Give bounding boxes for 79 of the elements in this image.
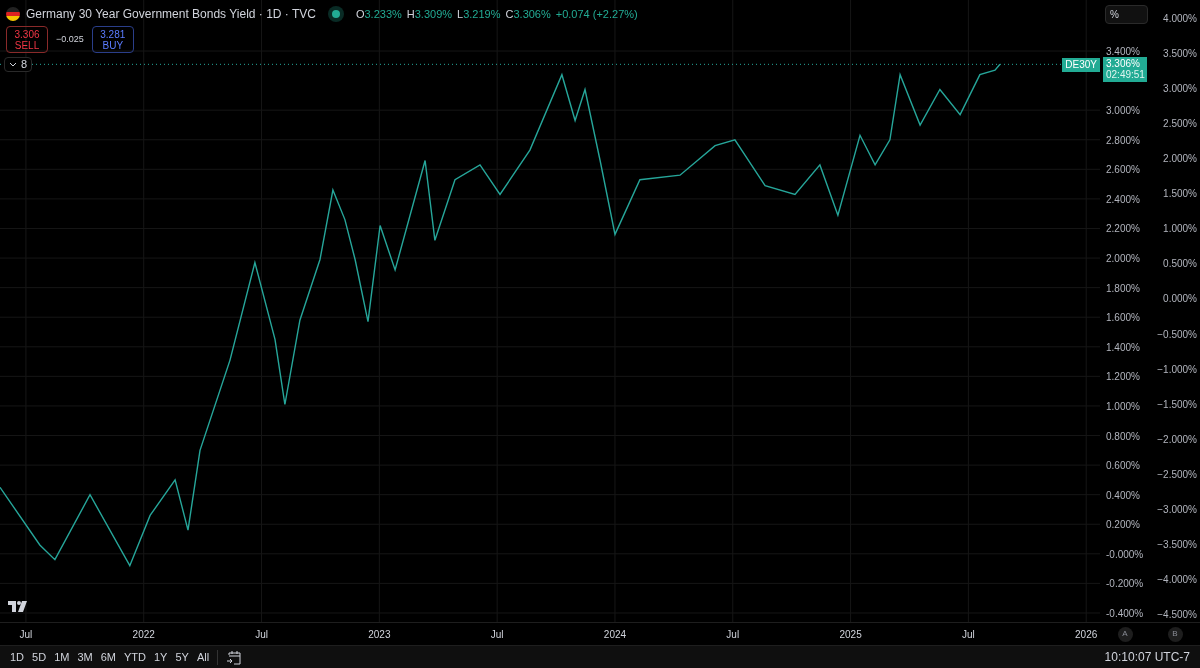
axis-label: Jul xyxy=(726,628,740,642)
axis-label: 3.500% xyxy=(1163,46,1197,61)
axis-label: 2.400% xyxy=(1106,192,1140,207)
axis-label: 2.000% xyxy=(1106,251,1140,266)
ohlc-value: 3.309% xyxy=(414,6,453,22)
axis-label: Jul xyxy=(962,628,975,642)
axis-label: 1.200% xyxy=(1106,369,1140,384)
ohlc-label: H xyxy=(406,6,415,22)
indicators-toggle[interactable]: 8 xyxy=(4,57,33,72)
axis-label: 2025 xyxy=(839,628,862,642)
ohlc-label: O xyxy=(355,6,365,22)
axis-label: 0.000% xyxy=(1163,291,1197,306)
range-button[interactable]: 1M xyxy=(54,648,70,666)
axis-label: −1.500% xyxy=(1157,397,1197,412)
axis-label: -0.400% xyxy=(1106,606,1144,621)
axis-label: 2024 xyxy=(603,628,627,642)
axis-label: 1.600% xyxy=(1106,310,1140,325)
axis-label: 0.400% xyxy=(1106,488,1140,503)
price-tag: 3.306% 02:49:51 xyxy=(1103,57,1147,82)
axis-label: 2026 xyxy=(1075,628,1098,642)
axis-label: 2.800% xyxy=(1106,133,1140,148)
axis-label: 1.000% xyxy=(1106,399,1140,414)
axis-label: −0.500% xyxy=(1157,327,1197,342)
ohlc-label: L xyxy=(457,6,464,22)
axis-label: 4.000% xyxy=(1163,11,1197,26)
axis-label: −4.000% xyxy=(1157,572,1197,587)
sell-button[interactable]: 3.306 SELL xyxy=(6,26,48,53)
clock: 10:10:07 UTC-7 xyxy=(1104,649,1190,666)
axis-label: 3.000% xyxy=(1163,81,1197,96)
symbol-tag: DE30Y xyxy=(1062,58,1100,72)
axis-label: -0.200% xyxy=(1106,576,1144,591)
range-button[interactable]: All xyxy=(196,648,210,666)
range-button[interactable]: 5D xyxy=(32,648,47,666)
axis-label: 2023 xyxy=(368,628,391,642)
axis-label: −4.500% xyxy=(1157,607,1197,622)
axis-label: 1.800% xyxy=(1106,281,1140,296)
calendar-icon[interactable] xyxy=(226,649,243,665)
axis-label: Jul xyxy=(19,628,33,642)
scale-button[interactable]: B xyxy=(1167,626,1183,642)
axis-label: 0.500% xyxy=(1163,256,1197,271)
symbol-title[interactable]: Germany 30 Year Government Bonds Yield · 1D · TVC xyxy=(26,5,316,23)
ohlc-value: 3.219% xyxy=(463,6,501,22)
axis-label: 1.400% xyxy=(1106,340,1140,355)
axis-label: −3.000% xyxy=(1157,502,1197,517)
range-button[interactable]: 5Y xyxy=(175,648,189,666)
axis-label: 2022 xyxy=(132,628,155,642)
axis-label: −2.000% xyxy=(1157,432,1197,447)
axis-label: −1.000% xyxy=(1157,362,1197,377)
scale-button[interactable]: A xyxy=(1117,626,1133,642)
ohlc-value: 3.233% xyxy=(364,6,402,22)
scale-mode-button[interactable]: % xyxy=(1105,5,1148,24)
axis-label: 2.500% xyxy=(1163,116,1197,131)
axis-label: 0.600% xyxy=(1106,458,1140,473)
ohlc-value: 3.306% xyxy=(513,6,551,22)
axis-label: Jul xyxy=(490,628,504,642)
buy-button[interactable]: 3.281 BUY xyxy=(91,26,134,53)
flag-icon xyxy=(6,7,20,21)
range-button[interactable]: 3M xyxy=(77,648,93,666)
axis-label: 3.000% xyxy=(1106,103,1140,118)
spread-value: −0.025 xyxy=(56,32,84,46)
axis-label: 2.600% xyxy=(1106,162,1140,177)
axis-label: 2.200% xyxy=(1106,221,1140,236)
range-button[interactable]: 1Y xyxy=(153,648,168,666)
axis-label: 2.000% xyxy=(1163,151,1197,166)
axis-label: 1.000% xyxy=(1163,221,1197,236)
axis-label: 0.200% xyxy=(1106,517,1140,532)
axis-label: −2.500% xyxy=(1157,467,1197,482)
range-button[interactable]: 6M xyxy=(100,648,116,666)
change-value: +0.074 (+2.27%) xyxy=(555,6,638,22)
range-button[interactable]: 1D xyxy=(10,648,25,666)
chevron-icon xyxy=(9,61,17,68)
axis-label: -0.000% xyxy=(1106,547,1144,562)
range-button[interactable]: YTD xyxy=(123,648,146,666)
axis-label: 0.800% xyxy=(1106,429,1140,443)
axis-label: −3.500% xyxy=(1157,537,1197,552)
axis-label: Jul xyxy=(255,628,268,642)
axis-label: 3.400% xyxy=(1106,44,1140,59)
axis-label: 1.500% xyxy=(1163,186,1197,201)
ohlc-label: C xyxy=(505,6,514,22)
